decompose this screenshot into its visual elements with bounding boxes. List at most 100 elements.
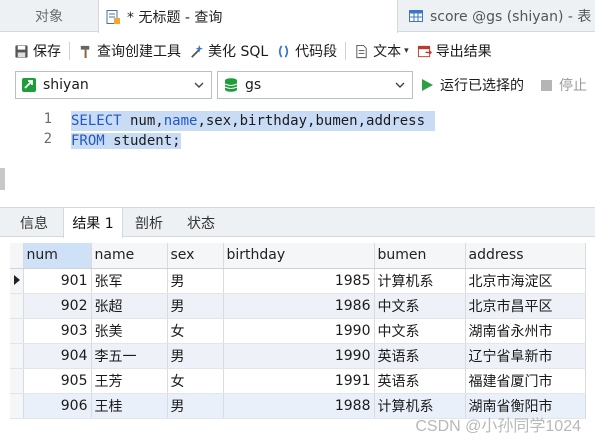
toolbar-divider (69, 42, 70, 60)
table-cell[interactable]: 903 (23, 318, 92, 344)
table-cell[interactable]: 中文系 (374, 318, 466, 344)
export-results-button[interactable]: 导出结果 (413, 37, 496, 65)
beautify-sql-button[interactable]: 美化 SQL (185, 37, 272, 65)
table-cell[interactable]: 905 (23, 368, 92, 394)
tab-profile-label: 剖析 (135, 215, 163, 232)
text-menu-button[interactable]: 文本 ▾ (350, 37, 413, 65)
database-icon (224, 78, 238, 92)
row-indicator (10, 343, 24, 369)
table-cell[interactable]: 男 (167, 268, 224, 294)
sql-code[interactable]: SELECT num,name,sex,birthday,bumen,addre… (71, 111, 436, 151)
column-header[interactable]: num (23, 243, 92, 269)
row-pointer-icon (14, 274, 20, 285)
tab-info-label: 信息 (20, 215, 48, 232)
table-row[interactable]: 904 李五一 男 1990 英语系 辽宁省阜新市 (10, 343, 586, 369)
sql-line-2: FROM student; (71, 131, 435, 151)
table-cell[interactable]: 901 (23, 268, 92, 294)
query-icon (106, 9, 120, 24)
tab-untitled-query[interactable]: * 无标题 - 查询 (98, 0, 398, 33)
stop-button[interactable]: 停止 (540, 71, 587, 99)
table-cell[interactable]: 1990 (223, 343, 375, 369)
table-cell[interactable]: 男 (167, 293, 224, 319)
tab-status-label: 状态 (187, 215, 215, 232)
table-cell[interactable]: 男 (167, 393, 224, 419)
table-cell[interactable]: 中文系 (374, 293, 466, 319)
table-cell[interactable]: 张军 (91, 268, 168, 294)
table-cell[interactable]: 1985 (223, 268, 375, 294)
query-toolbar: 保存 查询创建工具 美化 SQL 代码段 文本 ▾ 导出结果 (0, 36, 595, 66)
play-icon (422, 79, 433, 91)
tab-profile[interactable]: 剖析 (123, 208, 175, 237)
column-header[interactable]: name (91, 243, 168, 269)
sql-editor[interactable]: 1 2 SELECT num,name,sex,birthday,bumen,a… (0, 103, 595, 208)
line-number-gutter: 1 2 (8, 107, 52, 207)
table-cell[interactable]: 辽宁省阜新市 (465, 343, 586, 369)
line-number: 2 (43, 131, 52, 147)
splitter-handle[interactable] (0, 168, 5, 190)
table-header-row: num name sex birthday bumen address (10, 243, 586, 269)
table-row[interactable]: 903 张美 女 1990 中文系 湖南省永州市 (10, 318, 586, 344)
connection-select[interactable]: shiyan (15, 71, 212, 99)
table-cell[interactable]: 湖南省永州市 (465, 318, 586, 344)
sql-text: ,sex,birthday,bumen,address (197, 113, 426, 129)
table-cell[interactable]: 902 (23, 293, 92, 319)
database-select[interactable]: gs (217, 71, 413, 99)
result-table: num name sex birthday bumen address 901 … (10, 243, 586, 419)
row-indicator (10, 318, 24, 344)
database-value: gs (245, 77, 262, 93)
code-snippet-label: 代码段 (295, 44, 338, 60)
window-tab-bar: 对象 * 无标题 - 查询 score @gs (shiyan) - 表 (0, 0, 595, 33)
table-cell[interactable]: 1988 (223, 393, 375, 419)
table-cell[interactable]: 福建省厦门市 (465, 368, 586, 394)
table-cell[interactable]: 北京市昌平区 (465, 293, 586, 319)
column-header[interactable]: birthday (223, 243, 375, 269)
table-cell[interactable]: 女 (167, 318, 224, 344)
table-cell[interactable]: 张美 (91, 318, 168, 344)
column-header[interactable]: address (465, 243, 586, 269)
table-cell[interactable]: 王芳 (91, 368, 168, 394)
table-cell[interactable]: 1990 (223, 318, 375, 344)
table-cell[interactable]: 计算机系 (374, 268, 466, 294)
sql-text: student; (104, 133, 181, 149)
tab-status[interactable]: 状态 (175, 208, 227, 237)
tab-score-table[interactable]: score @gs (shiyan) - 表 (404, 0, 595, 32)
table-cell[interactable]: 906 (23, 393, 92, 419)
table-cell[interactable]: 1986 (223, 293, 375, 319)
table-cell[interactable]: 英语系 (374, 343, 466, 369)
run-selected-button[interactable]: 运行已选择的 (420, 71, 524, 99)
table-row[interactable]: 905 王芳 女 1991 英语系 福建省厦门市 (10, 368, 586, 394)
document-icon (356, 44, 367, 58)
save-button[interactable]: 保存 (10, 37, 65, 65)
text-menu-label: 文本 (373, 44, 402, 60)
tab-result-1[interactable]: 结果 1 (63, 208, 123, 238)
tab-result-1-label: 结果 1 (72, 216, 114, 232)
current-row-indicator (10, 268, 24, 294)
column-header[interactable]: sex (167, 243, 224, 269)
table-cell[interactable]: 李五一 (91, 343, 168, 369)
result-tab-bar: 信息 结果 1 剖析 状态 (0, 207, 595, 238)
connection-bar: shiyan gs 运行已选择的 停止 (0, 71, 595, 99)
result-grid[interactable]: num name sex birthday bumen address 901 … (10, 243, 586, 419)
table-cell[interactable]: 904 (23, 343, 92, 369)
row-indicator-header (10, 243, 24, 269)
code-snippet-button[interactable]: 代码段 (272, 37, 341, 65)
export-results-label: 导出结果 (435, 44, 492, 60)
tab-untitled-query-label: * 无标题 - 查询 (127, 9, 223, 26)
row-indicator (10, 293, 24, 319)
table-row[interactable]: 902 张超 男 1986 中文系 北京市昌平区 (10, 293, 586, 319)
tab-info[interactable]: 信息 (8, 208, 60, 237)
table-cell[interactable]: 男 (167, 343, 224, 369)
sql-keyword-select: SELECT (71, 113, 122, 129)
table-cell[interactable]: 女 (167, 368, 224, 394)
table-cell[interactable]: 英语系 (374, 368, 466, 394)
tab-objects[interactable]: 对象 (0, 0, 98, 32)
export-icon (417, 45, 432, 57)
table-row[interactable]: 901 张军 男 1985 计算机系 北京市海淀区 (10, 268, 586, 294)
table-cell[interactable]: 北京市海淀区 (465, 268, 586, 294)
column-header[interactable]: bumen (374, 243, 466, 269)
query-builder-button[interactable]: 查询创建工具 (74, 37, 185, 65)
table-cell[interactable]: 王桂 (91, 393, 168, 419)
query-builder-label: 查询创建工具 (97, 44, 181, 60)
table-cell[interactable]: 1991 (223, 368, 375, 394)
table-cell[interactable]: 张超 (91, 293, 168, 319)
